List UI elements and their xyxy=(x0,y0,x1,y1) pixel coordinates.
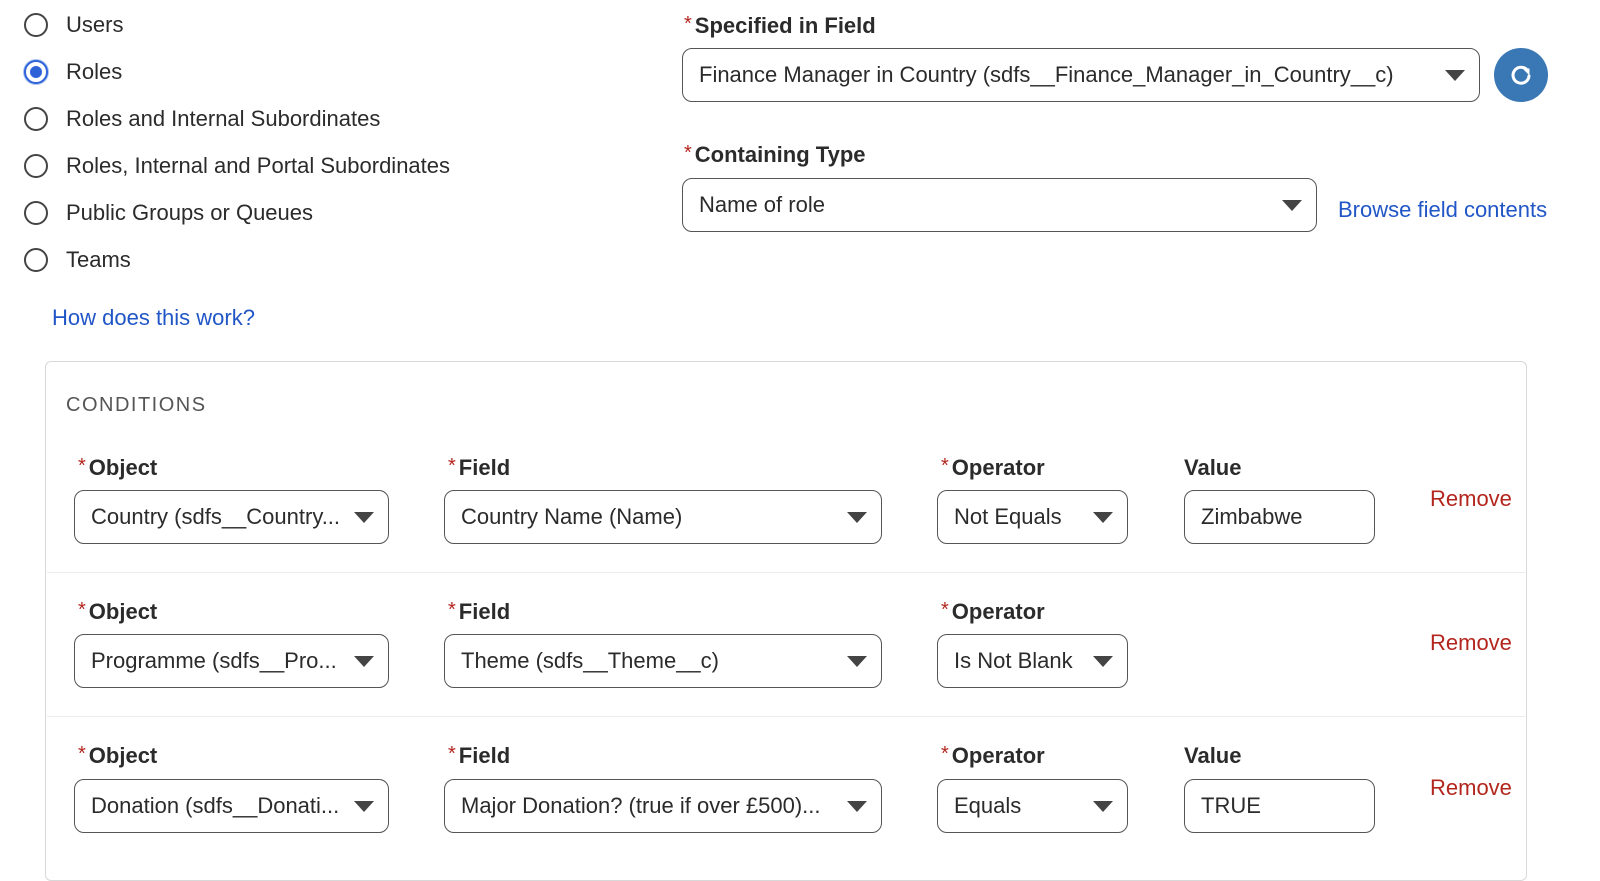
field-select[interactable]: Theme (sdfs__Theme__c) xyxy=(444,634,882,688)
remove-button[interactable]: Remove xyxy=(1430,630,1512,656)
select-value: Not Equals xyxy=(954,504,1062,529)
remove-button[interactable]: Remove xyxy=(1430,775,1512,801)
label-text: Containing Type xyxy=(694,142,866,167)
required-marker: * xyxy=(448,743,456,765)
radio-label: Roles, Internal and Portal Subordinates xyxy=(66,153,451,178)
select-value: Equals xyxy=(954,793,1022,818)
row-divider xyxy=(47,716,1525,717)
required-marker: * xyxy=(448,599,456,621)
chevron-down-icon xyxy=(354,655,374,667)
object-select[interactable]: Donation (sdfs__Donati... xyxy=(74,779,389,833)
label-text: Field xyxy=(458,743,511,768)
radio-public-groups-queues[interactable]: Public Groups or Queues xyxy=(24,198,313,228)
radio-label: Public Groups or Queues xyxy=(66,200,314,225)
chevron-down-icon xyxy=(847,655,867,667)
chevron-down-icon xyxy=(1445,69,1465,81)
how-does-this-work-link[interactable]: How does this work? xyxy=(52,305,255,331)
label-text: Operator xyxy=(951,599,1045,624)
select-value: Programme (sdfs__Pro... xyxy=(91,648,337,673)
chevron-down-icon xyxy=(847,511,867,523)
specified-in-field-label: * Specified in Field xyxy=(684,13,876,39)
value-label: Value xyxy=(1184,455,1242,480)
select-value: Country Name (Name) xyxy=(461,504,683,529)
chevron-down-icon xyxy=(1093,511,1113,523)
required-marker: * xyxy=(78,455,86,477)
radio-users[interactable]: Users xyxy=(24,10,123,40)
field-label: * Field xyxy=(448,743,510,769)
required-marker: * xyxy=(684,13,692,35)
containing-type-select[interactable]: Name of role xyxy=(682,178,1317,232)
object-label: * Object xyxy=(78,599,157,625)
value-input[interactable]: Zimbabwe xyxy=(1184,490,1375,544)
refresh-button[interactable] xyxy=(1494,48,1548,102)
select-value: Theme (sdfs__Theme__c) xyxy=(461,648,719,673)
operator-label: * Operator xyxy=(941,455,1045,481)
label-text: Specified in Field xyxy=(694,13,876,38)
chevron-down-icon xyxy=(847,800,867,812)
label-text: Field xyxy=(458,455,511,480)
operator-select[interactable]: Is Not Blank xyxy=(937,634,1128,688)
object-select[interactable]: Country (sdfs__Country... xyxy=(74,490,389,544)
label-text: Object xyxy=(88,455,158,480)
required-marker: * xyxy=(941,599,949,621)
value-label: Value xyxy=(1184,743,1242,768)
required-marker: * xyxy=(684,142,692,164)
browse-field-contents-link[interactable]: Browse field contents xyxy=(1338,197,1547,223)
field-label: * Field xyxy=(448,599,510,625)
chevron-down-icon xyxy=(1093,655,1113,667)
label-text: Operator xyxy=(951,455,1045,480)
radio-label: Roles xyxy=(66,59,123,84)
required-marker: * xyxy=(78,743,86,765)
label-text: Operator xyxy=(951,743,1045,768)
chevron-down-icon xyxy=(354,800,374,812)
required-marker: * xyxy=(941,455,949,477)
required-marker: * xyxy=(78,599,86,621)
select-value: Is Not Blank xyxy=(954,648,1073,673)
object-label: * Object xyxy=(78,743,157,769)
remove-button[interactable]: Remove xyxy=(1430,486,1512,512)
required-marker: * xyxy=(941,743,949,765)
label-text: Object xyxy=(88,743,158,768)
containing-type-label: * Containing Type xyxy=(684,142,866,168)
operator-select[interactable]: Not Equals xyxy=(937,490,1128,544)
radio-roles[interactable]: Roles xyxy=(24,57,122,87)
radio-dot xyxy=(30,66,42,78)
row-divider xyxy=(47,572,1525,573)
select-value: Country (sdfs__Country... xyxy=(91,504,341,529)
label-text: Object xyxy=(88,599,158,624)
chevron-down-icon xyxy=(354,511,374,523)
object-label: * Object xyxy=(78,455,157,481)
conditions-title: CONDITIONS xyxy=(66,394,207,416)
specified-in-field-select[interactable]: Finance Manager in Country (sdfs__Financ… xyxy=(682,48,1480,102)
field-label: * Field xyxy=(448,455,510,481)
radio-teams[interactable]: Teams xyxy=(24,245,131,275)
radio-circle[interactable] xyxy=(24,248,48,272)
operator-select[interactable]: Equals xyxy=(937,779,1128,833)
chevron-down-icon xyxy=(1093,800,1113,812)
select-value: Name of role xyxy=(699,192,825,217)
radio-circle[interactable] xyxy=(24,154,48,178)
radio-circle[interactable] xyxy=(24,107,48,131)
object-select[interactable]: Programme (sdfs__Pro... xyxy=(74,634,389,688)
radio-label: Users xyxy=(66,12,124,37)
select-value: Donation (sdfs__Donati... xyxy=(91,793,340,818)
label-text: Field xyxy=(458,599,511,624)
radio-roles-internal-portal-subordinates[interactable]: Roles, Internal and Portal Subordinates xyxy=(24,151,450,181)
radio-circle[interactable] xyxy=(24,13,48,37)
required-marker: * xyxy=(448,455,456,477)
select-value: Finance Manager in Country (sdfs__Financ… xyxy=(699,62,1394,87)
refresh-icon xyxy=(1511,65,1531,85)
field-select[interactable]: Major Donation? (true if over £500)... xyxy=(444,779,882,833)
field-select[interactable]: Country Name (Name) xyxy=(444,490,882,544)
operator-label: * Operator xyxy=(941,743,1045,769)
operator-label: * Operator xyxy=(941,599,1045,625)
radio-circle[interactable] xyxy=(24,201,48,225)
radio-label: Teams xyxy=(66,247,131,272)
select-value: Major Donation? (true if over £500)... xyxy=(461,793,821,818)
radio-label: Roles and Internal Subordinates xyxy=(66,106,381,131)
radio-circle[interactable] xyxy=(24,60,48,84)
chevron-down-icon xyxy=(1282,199,1302,211)
radio-roles-internal-subordinates[interactable]: Roles and Internal Subordinates xyxy=(24,104,380,134)
value-input[interactable]: TRUE xyxy=(1184,779,1375,833)
